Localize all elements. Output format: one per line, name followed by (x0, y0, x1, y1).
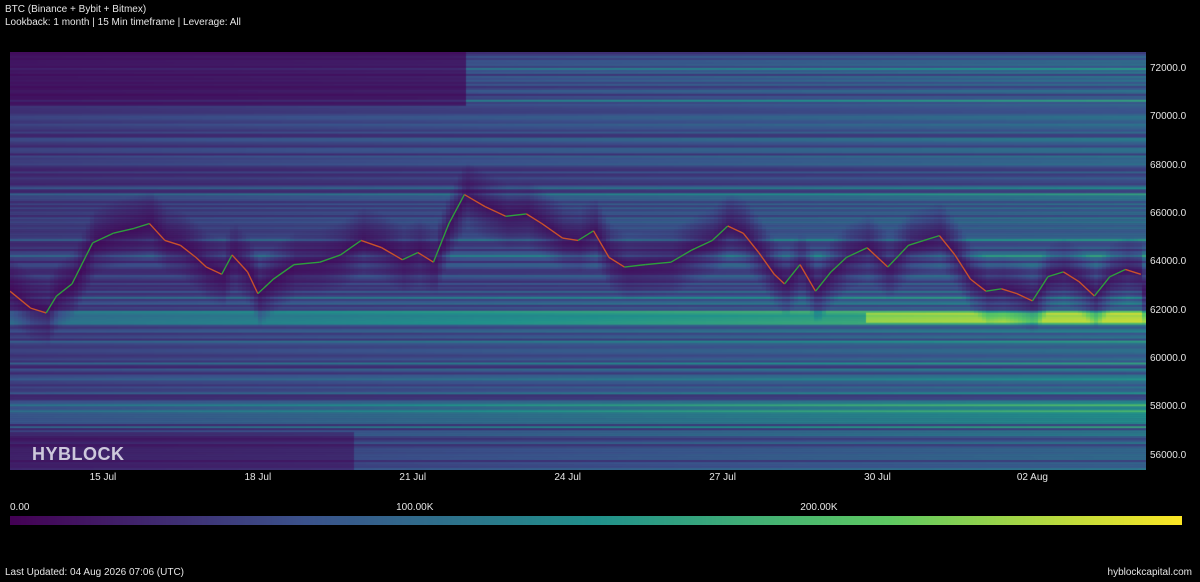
colorbar (10, 516, 1182, 525)
y-tick-label: 56000.0 (1150, 449, 1187, 461)
colorbar-tick-label: 100.00K (396, 502, 434, 513)
chart-subtitle: Lookback: 1 month | 15 Min timeframe | L… (5, 17, 241, 28)
price-segment (432, 223, 450, 263)
price-segment (484, 206, 507, 217)
price-segment (272, 264, 295, 280)
price-segment (887, 244, 909, 268)
price-segment (45, 295, 58, 314)
price-segment (541, 222, 563, 239)
price-segment (113, 227, 135, 234)
price-segment (30, 307, 47, 314)
x-tick-label: 18 Jul (244, 472, 272, 483)
price-segment (402, 251, 419, 261)
price-segment (938, 235, 956, 256)
colorbar-tick-label: 0.00 (10, 502, 30, 513)
site-link[interactable]: hyblockcapital.com (1108, 567, 1192, 578)
price-segment (1109, 268, 1126, 278)
x-tick-label: 15 Jul (89, 472, 117, 483)
price-overlay (10, 193, 1142, 314)
price-segment (645, 261, 672, 266)
x-tick-label: 02 Aug (1016, 472, 1048, 483)
price-segment (340, 239, 362, 256)
price-segment (417, 251, 434, 263)
price-segment (360, 239, 383, 249)
price-segment (830, 256, 847, 273)
price-segment (846, 247, 868, 259)
price-segment (711, 225, 729, 241)
price-segment (985, 288, 1002, 292)
price-segment (577, 230, 594, 242)
price-segment (246, 271, 259, 294)
x-tick-label: 21 Jul (399, 472, 427, 483)
y-tick-label: 68000.0 (1150, 159, 1187, 171)
price-segment (257, 278, 274, 295)
price-segment (908, 239, 925, 246)
y-tick-label: 62000.0 (1150, 304, 1187, 316)
price-segment (1125, 268, 1142, 275)
price-segment (448, 194, 466, 224)
price-segment (1031, 276, 1049, 302)
y-tick-label: 72000.0 (1150, 62, 1187, 74)
price-segment (814, 271, 832, 292)
price-segment (1093, 276, 1111, 297)
x-tick-label: 30 Jul (864, 472, 891, 483)
price-segment (608, 256, 625, 268)
price-segment (10, 290, 32, 309)
price-segment (923, 234, 940, 242)
price-segment (195, 256, 207, 268)
price-segment (92, 232, 114, 244)
price-segment (1016, 292, 1033, 302)
colorbar-tick-label: 200.00K (800, 502, 838, 513)
price-segment (525, 213, 543, 225)
price-segment (773, 273, 786, 285)
price-segment (148, 223, 166, 241)
price-segment (562, 237, 579, 242)
price-segment (670, 249, 692, 263)
x-tick-label: 27 Jul (709, 472, 736, 483)
price-segment (866, 247, 889, 268)
price-segment (1078, 281, 1095, 297)
y-tick-label: 64000.0 (1150, 256, 1187, 268)
price-segment (319, 254, 341, 263)
price-segment (381, 247, 403, 261)
price-segment (691, 239, 713, 251)
price-segment (205, 266, 223, 275)
price-segment (1001, 288, 1018, 295)
y-tick-label: 60000.0 (1150, 352, 1187, 364)
price-segment (727, 225, 744, 234)
price-segment (783, 264, 801, 285)
y-tick-label: 66000.0 (1150, 207, 1187, 219)
price-segment (970, 278, 987, 292)
price-segment (954, 254, 972, 280)
price-segment (179, 244, 197, 258)
price-segment (758, 252, 775, 275)
hyblock-watermark: HYBLOCK (32, 444, 125, 464)
y-tick-label: 70000.0 (1150, 111, 1187, 123)
price-segment (592, 230, 610, 258)
y-tick-label: 58000.0 (1150, 401, 1187, 413)
price-segment (164, 239, 181, 246)
price-segment (742, 232, 760, 253)
x-tick-label: 24 Jul (554, 472, 582, 483)
heatmap-plot-area[interactable] (10, 52, 1146, 470)
price-segment (799, 264, 817, 292)
last-updated: Last Updated: 04 Aug 2026 07:06 (UTC) (5, 567, 185, 578)
price-segment (133, 222, 150, 230)
price-segment (56, 283, 73, 297)
price-segment (1047, 271, 1064, 278)
price-segment (293, 261, 320, 266)
chart-title: BTC (Binance + Bybit + Bitmex) (5, 4, 147, 15)
price-segment (221, 254, 233, 275)
price-segment (1063, 271, 1080, 283)
price-segment (71, 242, 94, 285)
price-segment (231, 254, 249, 273)
price-segment (464, 193, 486, 208)
price-segment (624, 263, 646, 268)
price-segment (505, 213, 527, 217)
